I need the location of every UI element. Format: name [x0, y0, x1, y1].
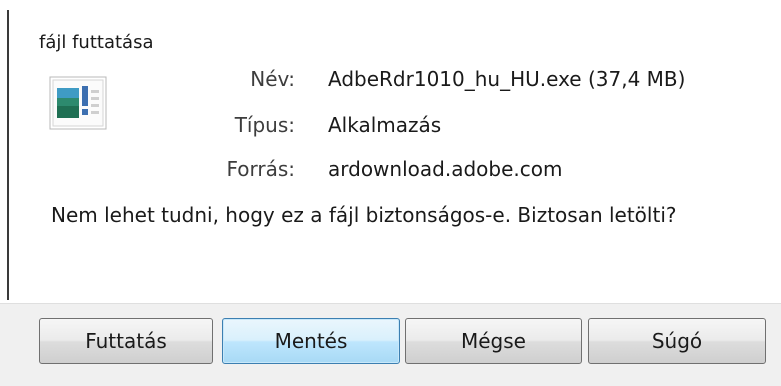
run-button[interactable]: Futtatás [39, 318, 213, 364]
source-label: Forrás: [226, 157, 295, 181]
dialog-title: fájl futtatása [39, 32, 154, 53]
window-edge [7, 10, 9, 300]
save-button[interactable]: Mentés [222, 318, 400, 364]
type-label: Típus: [234, 113, 295, 137]
cancel-button[interactable]: Mégse [405, 318, 582, 364]
name-label: Név: [250, 67, 295, 91]
help-button[interactable]: Súgó [588, 318, 766, 364]
name-value: AdbeRdr1010_hu_HU.exe (37,4 MB) [328, 67, 686, 91]
type-value: Alkalmazás [328, 113, 442, 137]
security-warning-text: Nem lehet tudni, hogy ez a fájl biztonsá… [51, 203, 677, 227]
file-download-dialog: fájl futtatása Név: AdbeRdr1010_hu_HU.ex… [0, 0, 781, 386]
executable-file-icon [49, 76, 107, 130]
source-value: ardownload.adobe.com [328, 157, 563, 181]
